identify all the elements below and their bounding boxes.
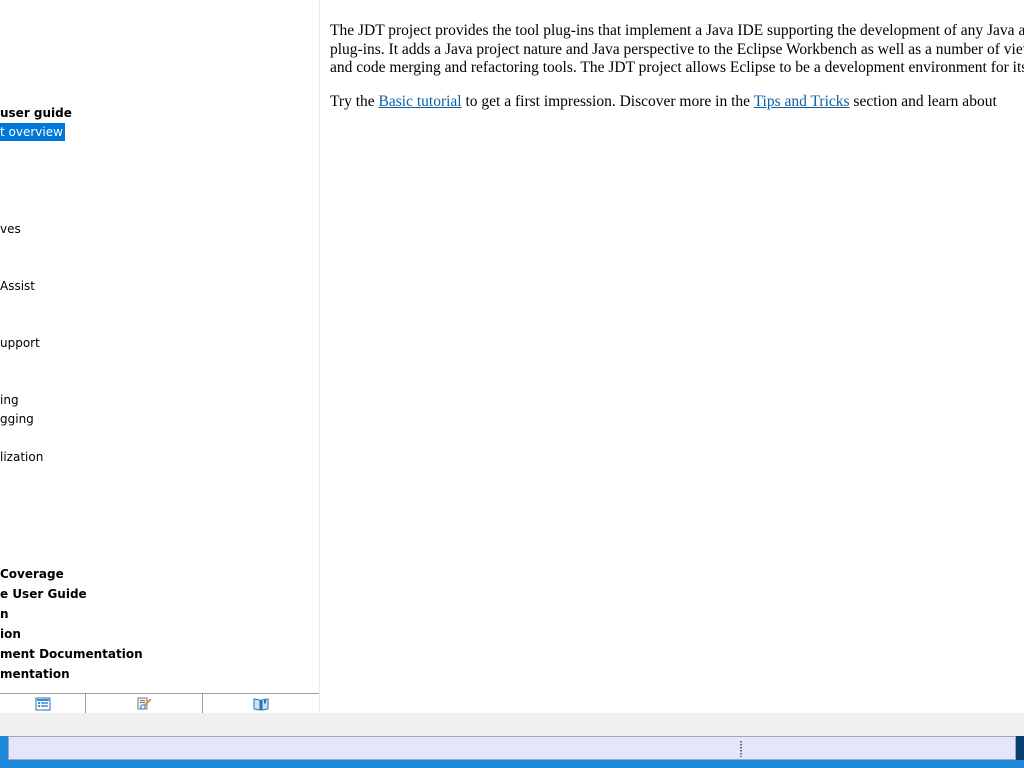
toc-item-n[interactable]: n: [0, 605, 9, 623]
paragraph-text-1: Try the: [330, 92, 379, 110]
search-results-icon: [137, 697, 152, 710]
paragraph-text-3: section and learn about: [849, 92, 997, 110]
intro-paragraph: The JDT project provides the tool plug-i…: [330, 22, 1024, 76]
toc-item-content-assist[interactable]: Assist: [0, 277, 35, 295]
contents-icon: [35, 697, 50, 711]
toc-item-documentation[interactable]: mentation: [0, 665, 70, 683]
tips-and-tricks-link[interactable]: Tips and Tricks: [754, 93, 850, 110]
toc-panel: user guide t overview ves Assist upport …: [0, 0, 320, 713]
content-pane: The JDT project provides the tool plug-i…: [320, 0, 1024, 713]
topic-body: The JDT project provides the tool plug-i…: [330, 22, 1024, 126]
status-area: [0, 736, 1024, 768]
toc-item-overview[interactable]: t overview: [0, 123, 65, 141]
tab-contents[interactable]: [0, 694, 86, 713]
toc-item-ion[interactable]: ion: [0, 625, 21, 643]
paragraph-text-2: to get a first impression. Discover more…: [461, 92, 754, 110]
toc-item-development-documentation[interactable]: ment Documentation: [0, 645, 143, 663]
toc-tab-bar: [0, 693, 319, 713]
toc-item-debugging[interactable]: gging: [0, 410, 34, 428]
tutorial-paragraph: Try the Basic tutorial to get a first im…: [330, 93, 1024, 112]
toc-item-perspectives[interactable]: ves: [0, 220, 21, 238]
window-bottom-strip: [0, 713, 1024, 736]
tab-search-results[interactable]: [86, 694, 203, 713]
basic-tutorial-link[interactable]: Basic tutorial: [379, 93, 462, 110]
toc-item-localization[interactable]: lization: [0, 448, 43, 466]
status-edge: [1016, 736, 1024, 760]
toc-item-support[interactable]: upport: [0, 334, 40, 352]
status-bar: [8, 736, 1016, 760]
toc-item-ing[interactable]: ing: [0, 391, 19, 409]
tab-bookmarks[interactable]: [203, 694, 319, 713]
help-window: user guide t overview ves Assist upport …: [0, 0, 1024, 768]
bookmarks-icon: [253, 698, 269, 711]
toc-item-coverage[interactable]: Coverage: [0, 565, 64, 583]
toc-item-user-guide-2[interactable]: e User Guide: [0, 585, 87, 603]
status-separator[interactable]: [740, 741, 742, 757]
toc-item-user-guide[interactable]: user guide: [0, 104, 72, 122]
